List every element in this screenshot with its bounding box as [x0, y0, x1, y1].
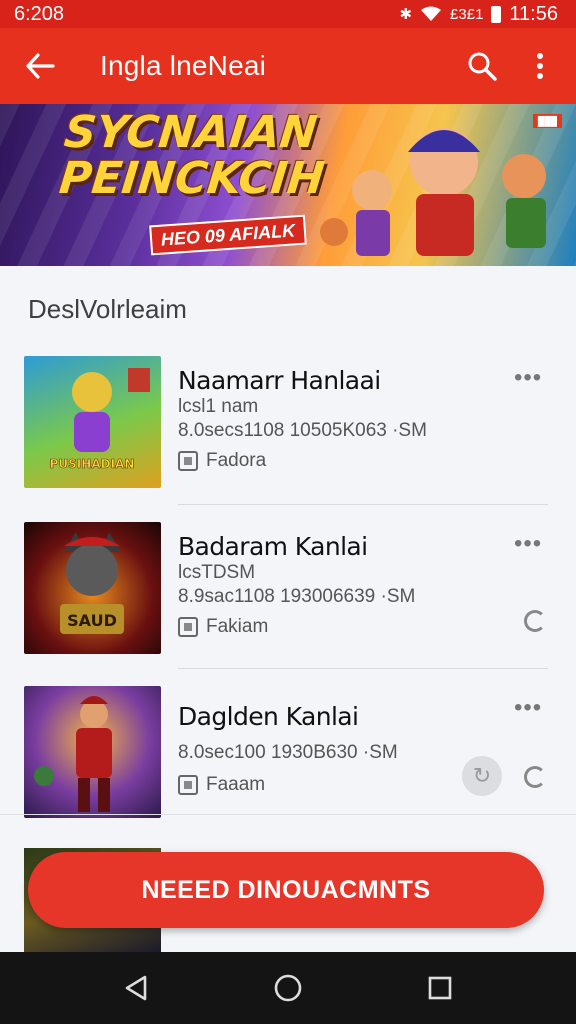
bluetooth-icon: ✱: [399, 5, 413, 23]
triangle-back-icon: [125, 975, 147, 1001]
divider: [0, 814, 576, 815]
tag-icon: [178, 451, 198, 471]
refresh-button[interactable]: ↻: [462, 756, 502, 796]
games-list: DeslVolrleaim PUSIHADIAN Naamarr Hanlaai…: [0, 266, 576, 952]
svg-text:SAUD: SAUD: [67, 611, 117, 630]
circle-home-icon: [274, 974, 302, 1002]
game-meta: 8.0secs1108 10505K063 ·SM: [178, 420, 427, 441]
status-icons: ✱ £3£1 11:56: [399, 3, 558, 26]
status-bar: 6:208 ✱ £3£1 11:56: [0, 0, 576, 28]
signal-text: £3£1: [450, 5, 484, 23]
status-time: 6:208: [14, 2, 65, 25]
more-vert-icon: [537, 53, 543, 79]
sync-icon[interactable]: [524, 766, 546, 788]
banner-tag: ███: [532, 114, 562, 128]
game-meta: 8.0sec100 1930B630 ·SM: [178, 742, 398, 763]
system-nav-bar: [0, 952, 576, 1024]
download-cta-button[interactable]: NEEED DINOUACMNTS: [28, 852, 544, 928]
game-subtitle: lcsl1 nam: [178, 396, 259, 417]
section-title: DeslVolrleaim: [28, 294, 187, 324]
game-thumbnail: SAUD: [24, 522, 161, 654]
game-art: [34, 696, 112, 812]
back-arrow-icon: [26, 53, 55, 79]
game-tag: Fadora: [178, 450, 266, 472]
nav-home-button[interactable]: [264, 964, 312, 1012]
status-clock: 11:56: [509, 2, 558, 25]
more-options-button[interactable]: •••: [514, 694, 542, 722]
overflow-menu-button[interactable]: [520, 46, 560, 86]
game-art: PUSIHADIAN: [49, 368, 150, 471]
game-title: Naamarr Hanlaai: [178, 366, 381, 395]
banner-title: SYCNAIAN PEINCKCIH: [56, 107, 327, 204]
search-button[interactable]: [462, 46, 502, 86]
game-art: SAUD: [60, 532, 124, 634]
sync-icon[interactable]: [524, 610, 546, 632]
list-item[interactable]: SAUD Badaram Kanlai lcsTDSM 8.9sac1108 1…: [24, 522, 548, 656]
game-tag: Faaam: [178, 774, 265, 796]
list-item[interactable]: Daglden Kanlai 8.0sec100 1930B630 ·SM Fa…: [24, 686, 548, 820]
nav-recents-button[interactable]: [416, 964, 464, 1012]
back-button[interactable]: [22, 48, 58, 84]
app-title: Ingla lneNeai: [100, 50, 267, 81]
game-subtitle: lcsTDSM: [178, 562, 256, 583]
svg-text:PUSIHADIAN: PUSIHADIAN: [50, 457, 135, 471]
game-title: Badaram Kanlai: [178, 532, 368, 561]
app-bar: Ingla lneNeai: [0, 28, 576, 104]
banner-characters-art: [320, 128, 546, 256]
divider: [178, 668, 548, 669]
tag-icon: [178, 617, 198, 637]
game-thumbnail: [24, 686, 161, 818]
promo-banner[interactable]: SYCNAIAN PEINCKCIH HEO 09 AFIALK ███: [0, 104, 576, 266]
wifi-icon: [421, 6, 442, 21]
more-options-button[interactable]: •••: [514, 364, 542, 392]
divider: [178, 504, 548, 505]
nav-back-button[interactable]: [112, 964, 160, 1012]
game-tag: Fakiam: [178, 616, 268, 638]
game-title: Daglden Kanlai: [178, 702, 359, 731]
tag-icon: [178, 775, 198, 795]
game-thumbnail: PUSIHADIAN: [24, 356, 161, 488]
search-icon: [468, 52, 497, 81]
battery-icon: [491, 5, 502, 23]
game-meta: 8.9sac1108 193006639 ·SM: [178, 586, 416, 607]
square-recents-icon: [428, 976, 452, 1000]
list-item[interactable]: PUSIHADIAN Naamarr Hanlaai lcsl1 nam 8.0…: [24, 356, 548, 490]
more-options-button[interactable]: •••: [514, 530, 542, 558]
